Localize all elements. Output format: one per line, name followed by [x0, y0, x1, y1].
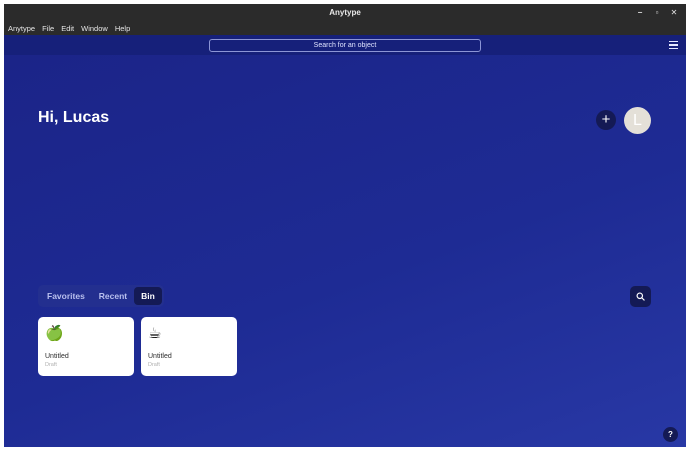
- menu-item-window[interactable]: Window: [80, 24, 109, 33]
- menu-item-help[interactable]: Help: [114, 24, 131, 33]
- card-type: Draft: [45, 362, 57, 368]
- object-card[interactable]: 🍏 Untitled Draft: [38, 317, 134, 376]
- greeting-title: Hi, Lucas: [38, 109, 110, 126]
- maximize-icon[interactable]: ▫: [653, 4, 661, 21]
- help-icon: ?: [668, 430, 673, 439]
- tab-recent[interactable]: Recent: [92, 287, 134, 305]
- add-object-button[interactable]: +: [596, 110, 616, 130]
- menu-item-anytype[interactable]: Anytype: [7, 24, 36, 33]
- close-icon[interactable]: ✕: [670, 4, 678, 21]
- avatar[interactable]: L: [624, 107, 651, 134]
- hamburger-icon[interactable]: [669, 41, 678, 49]
- menu-bar: Anytype File Edit Window Help: [4, 21, 686, 35]
- help-button[interactable]: ?: [663, 427, 678, 442]
- tab-bin[interactable]: Bin: [134, 287, 162, 305]
- title-bar: Anytype − ▫ ✕: [4, 4, 686, 21]
- minimize-icon[interactable]: −: [636, 4, 644, 21]
- tab-favorites[interactable]: Favorites: [40, 287, 92, 305]
- plus-icon: +: [601, 111, 611, 128]
- app-window: Anytype − ▫ ✕ Anytype File Edit Window H…: [4, 4, 686, 447]
- card-title: Untitled: [45, 353, 69, 360]
- object-card[interactable]: ☕ Untitled Draft: [141, 317, 237, 376]
- green-apple-icon: 🍏: [45, 325, 64, 342]
- search-button[interactable]: [630, 286, 651, 307]
- search-placeholder: Search for an object: [313, 41, 377, 49]
- search-icon: [636, 292, 645, 301]
- menu-item-file[interactable]: File: [41, 24, 55, 33]
- top-bar: Search for an object: [4, 35, 686, 55]
- avatar-initial: L: [633, 112, 642, 129]
- menu-item-edit[interactable]: Edit: [60, 24, 75, 33]
- search-input[interactable]: Search for an object: [209, 38, 481, 52]
- window-title: Anytype: [329, 8, 361, 17]
- card-title: Untitled: [148, 353, 172, 360]
- tab-bar: Favorites Recent Bin: [38, 285, 164, 307]
- window-controls: − ▫ ✕: [636, 4, 678, 21]
- card-type: Draft: [148, 362, 160, 368]
- coffee-icon: ☕: [148, 325, 162, 342]
- home-dashboard: Hi, Lucas + L Favorites Recent Bin 🍏 Unt…: [4, 55, 686, 447]
